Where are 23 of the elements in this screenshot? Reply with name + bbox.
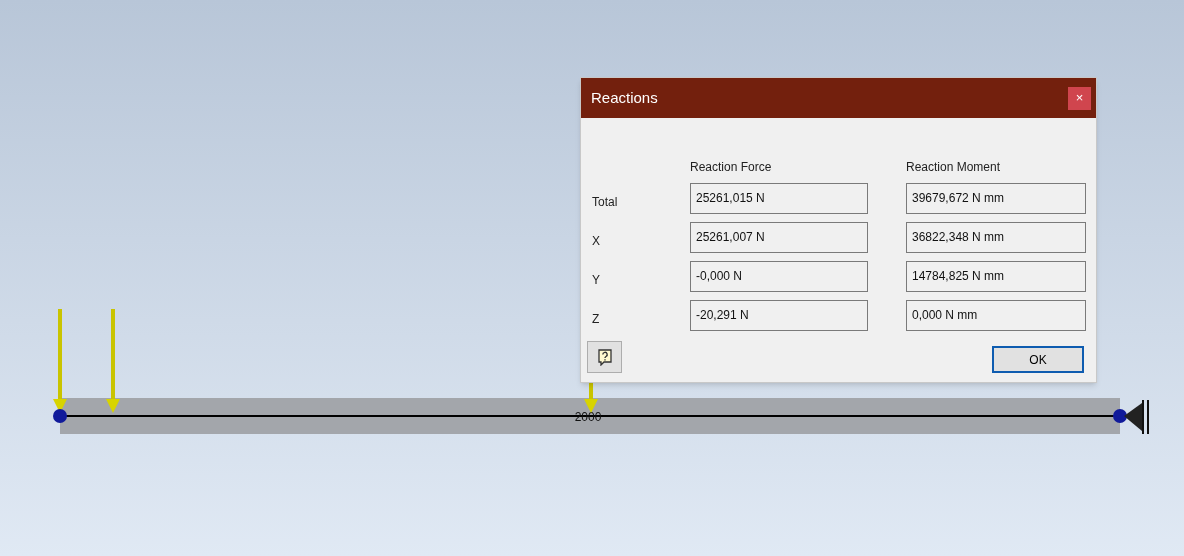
dialog-title: Reactions xyxy=(591,87,658,108)
fixed-support-icon xyxy=(1124,400,1149,434)
load-arrow xyxy=(584,383,598,413)
moment-field[interactable]: 14784,825 N mm xyxy=(906,261,1086,292)
column-header: Reaction Force xyxy=(690,159,773,176)
ok-button[interactable]: OK xyxy=(992,346,1084,373)
moment-field[interactable]: 39679,672 N mm xyxy=(906,183,1086,214)
node-point xyxy=(1113,409,1127,423)
row-label: Z xyxy=(592,311,601,328)
force-field[interactable]: 25261,015 N xyxy=(690,183,868,214)
node-point xyxy=(53,409,67,423)
row-label: Total xyxy=(592,194,619,211)
force-field[interactable]: -20,291 N xyxy=(690,300,868,331)
row-label: X xyxy=(592,233,601,250)
column-header: Reaction Moment xyxy=(906,159,1002,176)
help-icon xyxy=(596,348,613,366)
row-label: Y xyxy=(592,272,601,289)
moment-field[interactable]: 36822,348 N mm xyxy=(906,222,1086,253)
moment-field[interactable]: 0,000 N mm xyxy=(906,300,1086,331)
help-button[interactable] xyxy=(587,341,622,373)
close-button[interactable]: × xyxy=(1068,86,1091,110)
force-field[interactable]: 25261,007 N xyxy=(690,222,868,253)
force-field[interactable]: -0,000 N xyxy=(690,261,868,292)
